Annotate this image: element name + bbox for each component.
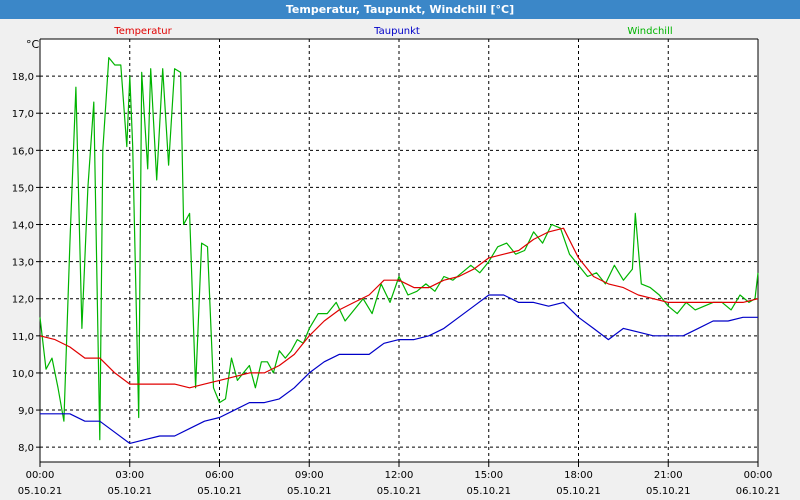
x-tick-label-time: 00:00 <box>744 470 773 481</box>
x-tick-label-date: 05.10.21 <box>377 486 422 497</box>
x-tick-label-date: 05.10.21 <box>287 486 332 497</box>
y-tick-label: 13,0 <box>12 258 34 269</box>
y-tick-label: 10,0 <box>12 369 34 380</box>
legend: Temperatur Taupunkt Windchill <box>113 26 672 37</box>
x-tick-label-time: 21:00 <box>654 470 683 481</box>
chart-area: 8,0 9,0 10,0 11,0 12,0 13,0 14,0 15,0 16,0 17,0 18… <box>0 19 800 500</box>
y-tick-label: 12,0 <box>12 295 34 306</box>
y-tick-label: 8,0 <box>18 443 34 454</box>
x-tick-label-date: 05.10.21 <box>197 486 242 497</box>
x-tick-label-date: 05.10.21 <box>18 486 63 497</box>
y-tick-label: 14,0 <box>12 221 34 232</box>
x-tick-label-time: 00:00 <box>26 470 55 481</box>
y-tick-label: 18,0 <box>12 72 34 83</box>
x-tick-label-time: 06:00 <box>205 470 234 481</box>
x-tick-label-date: 06.10.21 <box>736 486 781 497</box>
x-tick-label-time: 12:00 <box>385 470 414 481</box>
x-tick-label-date: 05.10.21 <box>466 486 511 497</box>
y-tick-label: 11,0 <box>12 332 34 343</box>
x-tick-label-date: 05.10.21 <box>556 486 601 497</box>
y-tick-label: 17,0 <box>12 109 34 120</box>
y-tick-label: 9,0 <box>18 406 34 417</box>
grid-lines <box>39 39 759 462</box>
legend-entry-taupunkt: Taupunkt <box>373 26 420 37</box>
legend-entry-windchill: Windchill <box>627 26 672 37</box>
y-axis-unit-label: °C <box>26 38 40 51</box>
x-tick-label-date: 05.10.21 <box>107 486 152 497</box>
y-tick-label: 15,0 <box>12 183 34 194</box>
y-tick-labels: 8,0 9,0 10,0 11,0 12,0 13,0 14,0 15,0 16,0 17,0 18… <box>12 72 34 454</box>
x-tick-label-time: 18:00 <box>564 470 593 481</box>
chart-title: Temperatur, Taupunkt, Windchill [°C] <box>0 0 800 19</box>
legend-entry-temperatur: Temperatur <box>113 26 172 37</box>
x-tick-labels: 00:00 05.10.21 03:00 05.10.21 06:00 05.10.21 0… <box>18 470 781 497</box>
x-tick-label-time: 03:00 <box>115 470 144 481</box>
x-tick-label-date: 05.10.21 <box>646 486 691 497</box>
line-chart: 8,0 9,0 10,0 11,0 12,0 13,0 14,0 15,0 16,0 17,0 18… <box>12 26 781 497</box>
y-tick-label: 16,0 <box>12 146 34 157</box>
x-tick-label-time: 15:00 <box>474 470 503 481</box>
x-tick-label-time: 09:00 <box>295 470 324 481</box>
